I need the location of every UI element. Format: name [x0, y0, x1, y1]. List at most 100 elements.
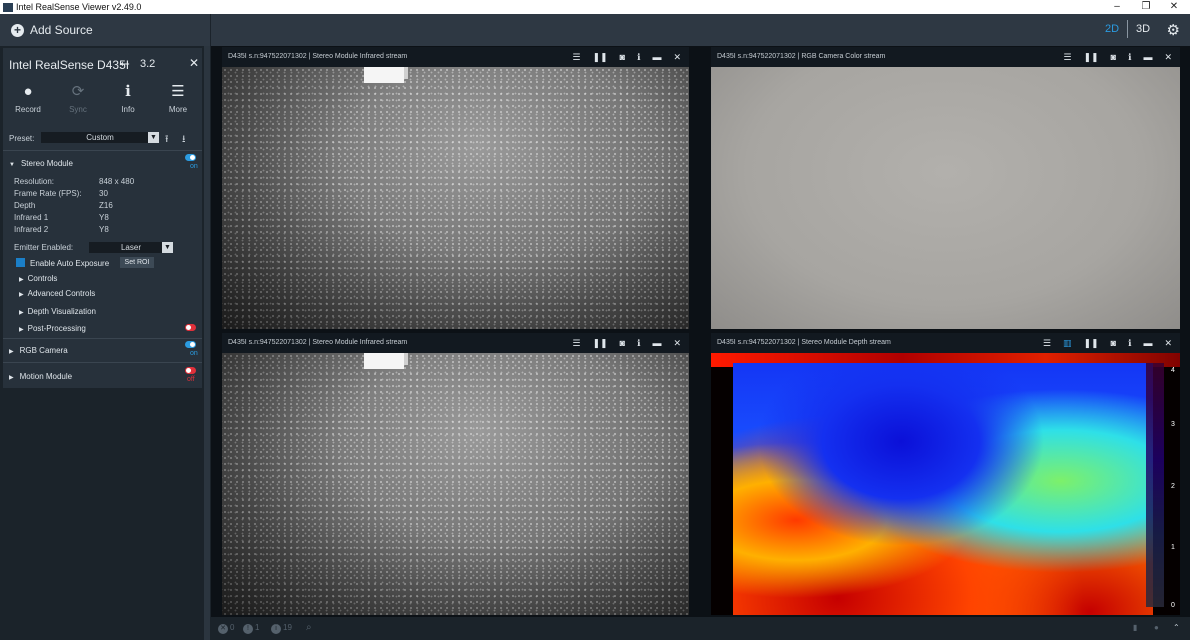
- list-icon[interactable]: ☰: [1063, 47, 1071, 67]
- pause-icon[interactable]: ❚❚: [593, 333, 608, 353]
- close-window-button[interactable]: ✕: [1163, 0, 1185, 14]
- maximize-icon[interactable]: ▬: [1143, 47, 1152, 67]
- chevron-down-icon: ▼: [148, 132, 159, 143]
- app-icon: [3, 2, 13, 12]
- depth-stream-view[interactable]: D435I s.n:947522071302 | Stereo Module D…: [711, 333, 1180, 615]
- controls-section[interactable]: ▶ Controls: [19, 274, 57, 283]
- sync-icon: ⟳: [71, 83, 85, 100]
- maximize-icon[interactable]: ▬: [652, 333, 661, 353]
- info-icon[interactable]: ℹ: [637, 333, 640, 353]
- pause-icon[interactable]: ❚❚: [593, 47, 608, 67]
- gear-icon[interactable]: ⚙: [1167, 21, 1180, 39]
- camera-icon[interactable]: ◙: [1111, 333, 1116, 353]
- camera-icon[interactable]: ◙: [620, 333, 625, 353]
- prop-infrared1-value[interactable]: Y8: [99, 213, 109, 222]
- divider: [3, 338, 202, 339]
- auto-exposure-checkbox[interactable]: [16, 258, 25, 267]
- infrared-stream-view-2[interactable]: D435I s.n:947522071302 | Stereo Module I…: [222, 333, 689, 615]
- camera-icon[interactable]: ◙: [620, 47, 625, 67]
- close-icon[interactable]: ✕: [1164, 333, 1172, 353]
- record-label: Record: [15, 105, 41, 114]
- depth-visualization-label: Depth Visualization: [27, 307, 96, 316]
- stereo-module-toggle[interactable]: [185, 154, 196, 161]
- depth-scale-tick: 2: [1171, 483, 1175, 490]
- emitter-value: Laser: [120, 243, 141, 252]
- preset-select[interactable]: Custom ▼: [41, 132, 159, 143]
- set-roi-button[interactable]: Set ROI: [120, 257, 154, 268]
- mode-3d-button[interactable]: 3D: [1136, 23, 1150, 35]
- stereo-module-title: Stereo Module: [20, 159, 73, 168]
- sidebar-scrollbar[interactable]: [204, 46, 210, 640]
- sync-label: Sync: [69, 105, 87, 114]
- prop-resolution-value[interactable]: 848 x 480: [99, 177, 134, 186]
- close-icon[interactable]: ✕: [1164, 47, 1172, 67]
- rgb-camera-toggle[interactable]: [185, 341, 196, 348]
- pause-icon[interactable]: ❚❚: [1084, 333, 1099, 353]
- trash-icon[interactable]: ▮: [1133, 622, 1137, 634]
- info-icon[interactable]: ℹ: [1128, 333, 1131, 353]
- prop-infrared2-label: Infrared 2: [14, 225, 49, 234]
- upload-icon[interactable]: ⭱: [165, 132, 169, 149]
- info-button[interactable]: ℹ Info: [103, 82, 153, 114]
- maximize-icon[interactable]: ▬: [1143, 333, 1152, 353]
- list-icon[interactable]: ☰: [572, 47, 580, 67]
- record-button[interactable]: ● Record: [3, 82, 53, 114]
- advanced-controls-section[interactable]: ▶ Advanced Controls: [19, 289, 95, 298]
- maximize-icon[interactable]: ▬: [652, 47, 661, 67]
- info-indicator[interactable]: i 19: [271, 622, 292, 634]
- drop-icon[interactable]: ●: [1154, 622, 1159, 634]
- emitter-select[interactable]: Laser ▼: [89, 242, 173, 253]
- divider: [3, 150, 202, 151]
- prop-depth-value[interactable]: Z16: [99, 201, 113, 210]
- rgb-camera-header[interactable]: ▶ RGB Camera: [9, 346, 68, 355]
- sync-button[interactable]: ⟳ Sync: [53, 82, 103, 114]
- prop-framerate-value[interactable]: 30: [99, 189, 108, 198]
- warnings-indicator[interactable]: ! 1: [243, 622, 259, 634]
- close-device-icon[interactable]: ✕: [189, 56, 199, 70]
- controls-label: Controls: [27, 274, 58, 283]
- motion-module-header[interactable]: ▶ Motion Module: [9, 372, 72, 381]
- prop-depth-label: Depth: [14, 201, 36, 210]
- errors-count: 0: [230, 623, 235, 632]
- expand-triangle-icon: ▶: [19, 327, 24, 333]
- list-icon[interactable]: ☰: [572, 333, 580, 353]
- close-icon[interactable]: ✕: [673, 333, 681, 353]
- expand-triangle-icon: ▶: [19, 310, 24, 316]
- expand-triangle-icon: ▶: [9, 375, 14, 381]
- infrared-stream-view-1[interactable]: D435I s.n:947522071302 | Stereo Module I…: [222, 47, 689, 329]
- record-icon: ●: [23, 83, 33, 100]
- stereo-module-state: on: [190, 163, 198, 170]
- stereo-module-header[interactable]: ▼ Stereo Module: [9, 159, 73, 168]
- window-titlebar: Intel RealSense Viewer v2.49.0 – ❐ ✕: [0, 0, 1190, 14]
- motion-module-toggle[interactable]: [185, 367, 196, 374]
- camera-icon[interactable]: ◙: [1111, 47, 1116, 67]
- pause-icon[interactable]: ❚❚: [1084, 47, 1099, 67]
- restore-button[interactable]: ❐: [1135, 0, 1157, 14]
- post-processing-section[interactable]: ▶ Post-Processing: [19, 324, 86, 333]
- chevron-down-icon: ▼: [162, 242, 173, 253]
- search-icon[interactable]: ⌕: [306, 622, 312, 634]
- prop-infrared2-value[interactable]: Y8: [99, 225, 109, 234]
- chevron-up-icon[interactable]: ⌃: [1173, 622, 1180, 634]
- mode-2d-button[interactable]: 2D: [1105, 23, 1119, 35]
- info-icon: i: [271, 624, 281, 634]
- color-stream-view[interactable]: D435I s.n:947522071302 | RGB Camera Colo…: [711, 47, 1180, 329]
- add-source-button[interactable]: + Add Source: [0, 14, 211, 46]
- minimize-button[interactable]: –: [1106, 0, 1128, 14]
- info-icon[interactable]: ℹ: [1128, 47, 1131, 67]
- preset-label: Preset:: [9, 134, 35, 143]
- errors-indicator[interactable]: ✕ 0: [218, 622, 234, 634]
- more-button[interactable]: ☰ More: [153, 82, 203, 114]
- close-icon[interactable]: ✕: [673, 47, 681, 67]
- histogram-icon[interactable]: ▥: [1063, 333, 1072, 353]
- expand-triangle-icon: ▶: [9, 349, 14, 355]
- menu-icon: ☰: [171, 83, 185, 100]
- depth-visualization-section[interactable]: ▶ Depth Visualization: [19, 307, 96, 316]
- download-icon[interactable]: ⭳: [182, 132, 186, 149]
- list-icon[interactable]: ☰: [1043, 333, 1051, 353]
- emitter-label: Emitter Enabled:: [14, 243, 74, 252]
- plus-icon: +: [11, 23, 24, 37]
- depth-colorbar: [1146, 363, 1164, 607]
- post-processing-toggle[interactable]: [185, 324, 196, 331]
- info-icon[interactable]: ℹ: [637, 47, 640, 67]
